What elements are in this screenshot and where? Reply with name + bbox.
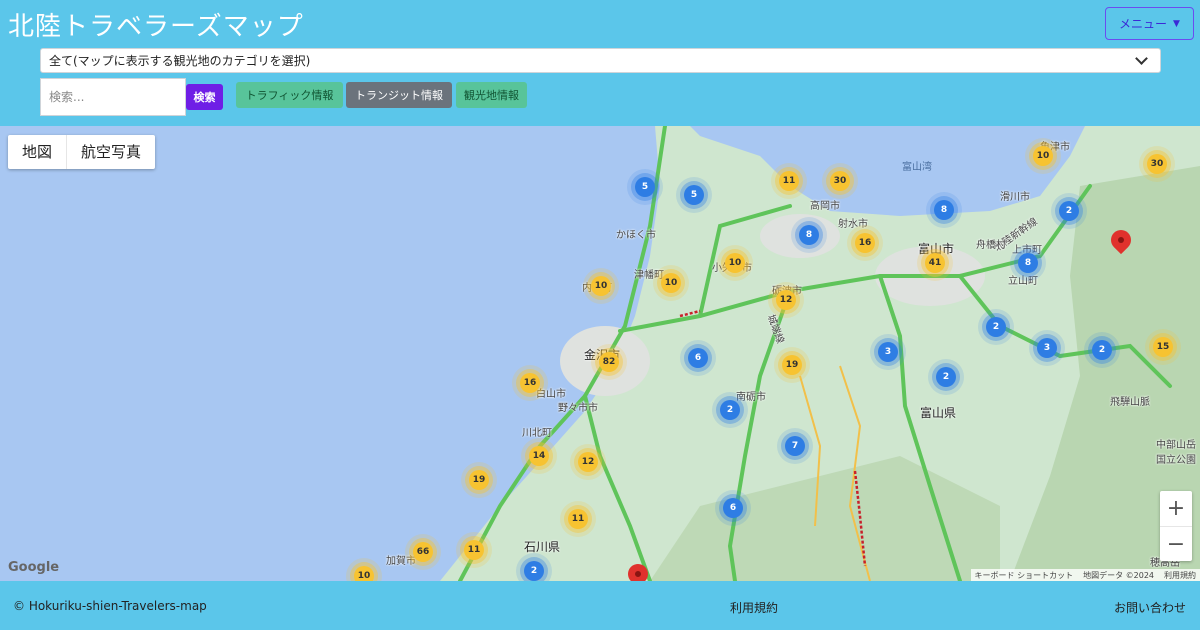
marker-cluster[interactable]: 6 bbox=[723, 498, 743, 518]
sights-info-button[interactable]: 観光地情報 bbox=[456, 82, 527, 108]
map-label: 高岡市 bbox=[810, 201, 840, 212]
marker-cluster[interactable]: 8 bbox=[1018, 253, 1038, 273]
marker-cluster[interactable]: 6 bbox=[688, 348, 708, 368]
contact-link[interactable]: お問い合わせ bbox=[1114, 599, 1186, 616]
map-type-roadmap-button[interactable]: 地図 bbox=[8, 135, 66, 169]
map-label: 射水市 bbox=[838, 219, 868, 230]
marker-cluster[interactable]: 2 bbox=[1092, 340, 1112, 360]
map-data-credit: 地図データ ©2024 bbox=[1083, 571, 1154, 580]
map-attribution: キーボード ショートカット 地図データ ©2024 利用規約 bbox=[970, 569, 1200, 581]
marker-cluster[interactable]: 7 bbox=[785, 436, 805, 456]
marker-cluster[interactable]: 10 bbox=[661, 273, 681, 293]
marker-cluster[interactable]: 11 bbox=[464, 540, 484, 560]
marker-cluster[interactable]: 5 bbox=[684, 185, 704, 205]
marker-cluster[interactable]: 5 bbox=[635, 177, 655, 197]
search-input[interactable] bbox=[40, 78, 186, 116]
map-canvas[interactable]: 富山湾 滑川市 北陸新幹線 高岡市 射水市 富山市 舟橋村 上市町 立山町 かほ… bbox=[0, 126, 1200, 581]
marker-cluster[interactable]: 10 bbox=[1033, 146, 1053, 166]
app-header: 北陸トラベラーズマップ メニュー ▼ 全て(マップに表示する観光地のカテゴリを選… bbox=[0, 0, 1200, 126]
map-label: 飛騨山脈 bbox=[1110, 397, 1150, 408]
marker-cluster[interactable]: 16 bbox=[855, 233, 875, 253]
marker-cluster[interactable]: 14 bbox=[529, 446, 549, 466]
map-label: 富山県 bbox=[920, 406, 957, 420]
marker-cluster[interactable]: 30 bbox=[1147, 154, 1167, 174]
marker-cluster[interactable]: 10 bbox=[725, 253, 745, 273]
map-label: 白山市 bbox=[536, 389, 566, 400]
terms-link[interactable]: 利用規約 bbox=[730, 599, 778, 616]
map-label: 中部山岳国立公園 bbox=[1156, 440, 1196, 466]
map-type-control: 地図 航空写真 bbox=[8, 135, 156, 169]
map-type-satellite-button[interactable]: 航空写真 bbox=[66, 135, 155, 169]
copyright-text: © Hokuriku-shien-Travelers-map bbox=[13, 599, 207, 613]
category-select[interactable]: 全て(マップに表示する観光地のカテゴリを選択) bbox=[40, 48, 1161, 73]
map-label: 川北町 bbox=[522, 428, 552, 439]
marker-cluster[interactable]: 3 bbox=[878, 342, 898, 362]
marker-cluster[interactable]: 2 bbox=[1059, 201, 1079, 221]
zoom-control: + − bbox=[1160, 491, 1192, 561]
marker-cluster[interactable]: 19 bbox=[782, 355, 802, 375]
chevron-down-icon bbox=[1135, 52, 1148, 65]
marker-cluster[interactable]: 30 bbox=[830, 171, 850, 191]
marker-cluster[interactable]: 15 bbox=[1153, 337, 1173, 357]
marker-cluster[interactable]: 82 bbox=[599, 352, 619, 372]
marker-cluster[interactable]: 16 bbox=[520, 373, 540, 393]
marker-cluster[interactable]: 10 bbox=[354, 566, 374, 581]
marker-cluster[interactable]: 10 bbox=[591, 276, 611, 296]
map-terms-link[interactable]: 利用規約 bbox=[1164, 570, 1196, 581]
zoom-in-button[interactable]: + bbox=[1160, 491, 1192, 526]
marker-cluster[interactable]: 12 bbox=[578, 452, 598, 472]
map-label: 立山町 bbox=[1008, 276, 1038, 287]
map-label: 野々市市 bbox=[558, 403, 598, 414]
map-label: 南砺市 bbox=[736, 392, 766, 403]
map-label: 舟橋村 bbox=[976, 240, 1006, 251]
google-logo: Google bbox=[8, 560, 60, 575]
menu-button[interactable]: メニュー ▼ bbox=[1105, 7, 1194, 40]
map-label: 富山湾 bbox=[902, 162, 932, 173]
marker-cluster[interactable]: 2 bbox=[524, 561, 544, 581]
marker-cluster[interactable]: 41 bbox=[925, 253, 945, 273]
category-select-value: 全て(マップに表示する観光地のカテゴリを選択) bbox=[49, 54, 311, 68]
footer: © Hokuriku-shien-Travelers-map 利用規約 お問い合… bbox=[0, 581, 1200, 630]
marker-cluster[interactable]: 2 bbox=[936, 367, 956, 387]
search-button[interactable]: 検索 bbox=[186, 84, 223, 110]
caret-down-icon: ▼ bbox=[1173, 18, 1180, 29]
keyboard-shortcuts-link[interactable]: キーボード ショートカット bbox=[975, 570, 1074, 581]
transit-info-button[interactable]: トランジット情報 bbox=[346, 82, 452, 108]
map-label: 滑川市 bbox=[1000, 192, 1030, 203]
marker-cluster[interactable]: 8 bbox=[799, 225, 819, 245]
marker-cluster[interactable]: 11 bbox=[779, 171, 799, 191]
marker-cluster[interactable]: 66 bbox=[413, 542, 433, 562]
traffic-info-button[interactable]: トラフィック情報 bbox=[236, 82, 343, 108]
map-label: 加賀市 bbox=[386, 556, 416, 567]
marker-cluster[interactable]: 2 bbox=[720, 400, 740, 420]
marker-cluster[interactable]: 12 bbox=[776, 290, 796, 310]
zoom-out-button[interactable]: − bbox=[1160, 526, 1192, 561]
marker-cluster[interactable]: 3 bbox=[1037, 338, 1057, 358]
marker-cluster[interactable]: 8 bbox=[934, 200, 954, 220]
map-label: かほく市 bbox=[616, 230, 656, 241]
menu-label: メニュー bbox=[1119, 17, 1168, 31]
marker-cluster[interactable]: 11 bbox=[568, 509, 588, 529]
map-label: 石川県 bbox=[524, 540, 561, 554]
marker-cluster[interactable]: 19 bbox=[469, 470, 489, 490]
app-title: 北陸トラベラーズマップ bbox=[8, 12, 304, 42]
map-label: 津幡町 bbox=[634, 270, 664, 281]
marker-cluster[interactable]: 2 bbox=[986, 317, 1006, 337]
